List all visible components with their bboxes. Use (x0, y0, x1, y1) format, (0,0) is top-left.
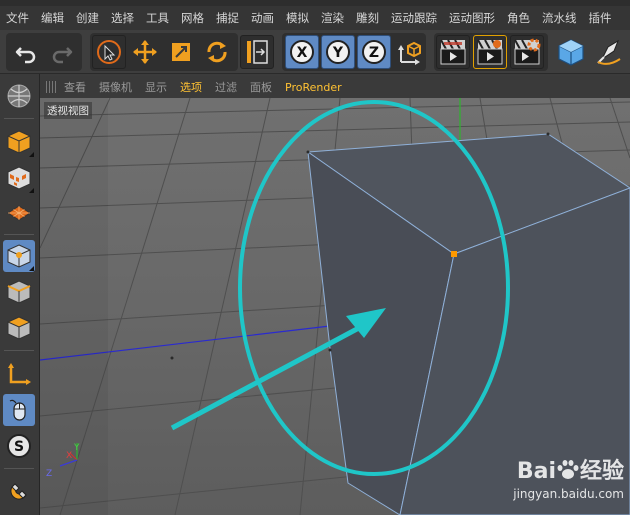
coord-system-icon (247, 40, 268, 64)
make-editable-icon (7, 84, 31, 108)
polygons-mode-button[interactable] (3, 312, 35, 344)
viewport-menu-cameras[interactable]: 摄像机 (99, 79, 132, 95)
gizmo-y-label: Y (73, 443, 80, 453)
magnet-button[interactable] (3, 474, 35, 506)
axis-lock-icon: Y (326, 40, 350, 64)
render-settings-button[interactable] (510, 35, 544, 69)
mouse-icon (9, 399, 26, 421)
selected-vertex[interactable] (451, 251, 457, 257)
menu-animate[interactable]: 动画 (251, 10, 274, 26)
axis-y-label: Y (332, 45, 344, 61)
render-view-icon (440, 39, 466, 65)
perspective-viewport[interactable]: Y X Z 透视视图 Bai 经验 jingyan.baidu.com (40, 98, 630, 515)
texture-mode-button[interactable] (3, 162, 35, 194)
grip-icon (46, 81, 58, 93)
axis-lock-icon: Z (362, 40, 386, 64)
redo-icon (52, 47, 73, 64)
menu-mograph[interactable]: 运动图形 (449, 10, 495, 26)
move-button[interactable] (128, 35, 162, 69)
undo-button[interactable] (9, 35, 43, 69)
viewport-menu-bar: 查看 摄像机 显示 选项 过滤 面板 ProRender (40, 76, 630, 98)
render-view-button[interactable] (436, 35, 470, 69)
viewport-menu-filter[interactable]: 过滤 (215, 79, 237, 95)
make-editable-button[interactable] (3, 80, 35, 112)
viewport-menu-display[interactable]: 显示 (145, 79, 167, 95)
menu-tools[interactable]: 工具 (146, 10, 169, 26)
axis-z-button[interactable]: Z (357, 35, 391, 69)
scale-button[interactable] (164, 35, 198, 69)
main-toolbar: X Y Z (0, 30, 630, 74)
menu-create[interactable]: 创建 (76, 10, 99, 26)
cube-primitive-icon (558, 39, 584, 66)
tweak-mode-button[interactable] (3, 394, 35, 426)
axis-lock-icon: X (290, 40, 314, 64)
axis-x-button[interactable]: X (285, 35, 319, 69)
edges-mode-icon (7, 280, 31, 304)
menu-character[interactable]: 角色 (507, 10, 530, 26)
live-select-button[interactable] (92, 35, 126, 69)
menu-select[interactable]: 选择 (111, 10, 134, 26)
rotate-button[interactable] (200, 35, 234, 69)
viewport-label: 透视视图 (44, 102, 92, 119)
svg-text:S: S (14, 439, 24, 455)
watermark-logo-left: Bai (516, 459, 556, 484)
world-coordinates-button[interactable] (392, 35, 426, 69)
menu-sculpt[interactable]: 雕刻 (356, 10, 379, 26)
viewport-menu-panel[interactable]: 面板 (250, 79, 272, 95)
render-picture-icon (477, 39, 503, 65)
redo-button[interactable] (45, 35, 79, 69)
scale-icon (172, 43, 190, 61)
pen-icon (597, 39, 621, 65)
menu-simulate[interactable]: 模拟 (286, 10, 309, 26)
render-settings-icon (514, 38, 541, 65)
gizmo-z-label: Z (46, 469, 52, 479)
axis-y-button[interactable]: Y (321, 35, 355, 69)
workplane-mode-button[interactable] (3, 198, 35, 230)
menu-bar: 文件 编辑 创建 选择 工具 网格 捕捉 动画 模拟 渲染 雕刻 运动跟踪 运动… (0, 6, 630, 30)
menu-motion-tracker[interactable]: 运动跟踪 (391, 10, 437, 26)
cube-primitive-button[interactable] (554, 35, 588, 69)
undo-icon (15, 47, 36, 64)
viewport-menu-prorender[interactable]: ProRender (285, 81, 342, 94)
coordinate-system-button[interactable] (240, 35, 274, 69)
menu-snap[interactable]: 捕捉 (216, 10, 239, 26)
menu-mesh[interactable]: 网格 (181, 10, 204, 26)
magnet-icon (10, 483, 27, 500)
axis-mode-button[interactable] (3, 358, 35, 390)
points-mode-button[interactable] (3, 240, 35, 272)
menu-render[interactable]: 渲染 (321, 10, 344, 26)
menu-file[interactable]: 文件 (6, 10, 29, 26)
axis-z-label: Z (369, 45, 379, 61)
snap-icon: S (7, 434, 31, 458)
axis-mode-icon (8, 363, 31, 385)
workplane-icon (7, 205, 31, 221)
baidu-jingyan-watermark: Bai 经验 jingyan.baidu.com (513, 453, 624, 501)
viewport-menu-options[interactable]: 选项 (180, 79, 202, 95)
watermark-logo-right: 经验 (579, 459, 624, 484)
world-coord-icon (398, 41, 421, 65)
edges-mode-button[interactable] (3, 276, 35, 308)
snap-button[interactable]: S (3, 430, 35, 462)
live-select-icon (97, 40, 121, 64)
polygons-mode-icon (6, 316, 32, 340)
watermark-url: jingyan.baidu.com (513, 487, 624, 501)
menu-edit[interactable]: 编辑 (41, 10, 64, 26)
gizmo-x-label: X (66, 451, 72, 461)
left-toolbar: S (0, 74, 40, 515)
menu-plugins[interactable]: 插件 (589, 10, 612, 26)
render-picture-button[interactable] (473, 35, 507, 69)
model-mode-button[interactable] (3, 126, 35, 158)
move-icon (133, 40, 157, 64)
menu-pipeline[interactable]: 流水线 (542, 10, 577, 26)
viewport-menu-view[interactable]: 查看 (64, 79, 86, 95)
rotate-icon (207, 41, 227, 63)
paw-icon (557, 460, 579, 479)
pen-tool-button[interactable] (592, 35, 626, 69)
axis-x-label: X (297, 45, 308, 61)
